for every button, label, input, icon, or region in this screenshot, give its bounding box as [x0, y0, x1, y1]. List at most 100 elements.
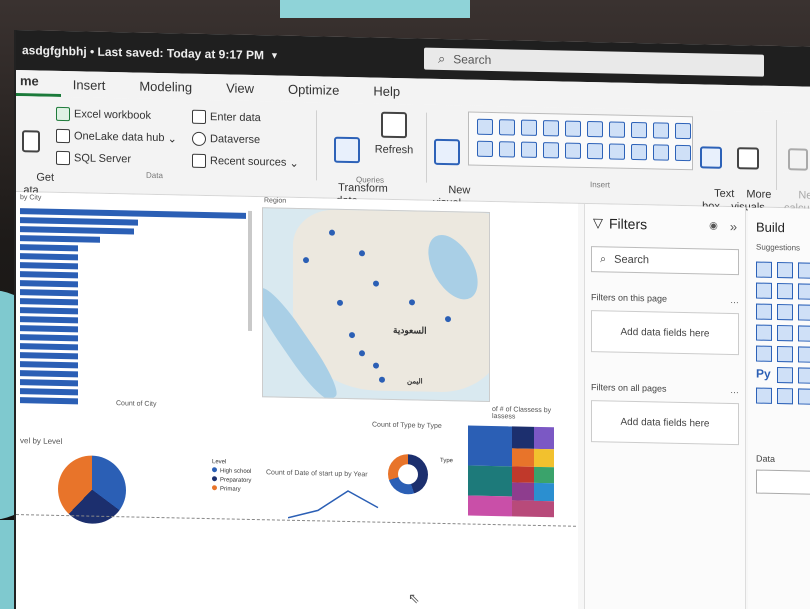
power-automate-icon[interactable]	[798, 388, 810, 405]
donut-chart-icon[interactable]	[499, 141, 515, 158]
treemap-tile[interactable]	[468, 465, 512, 497]
map-point[interactable]	[349, 332, 355, 339]
clustered-column-icon[interactable]	[543, 120, 559, 137]
stacked-bar-icon[interactable]	[756, 261, 772, 278]
map-point[interactable]	[329, 229, 335, 236]
bar-chart-icon	[434, 138, 460, 166]
stacked-column-100-icon[interactable]	[587, 121, 603, 138]
map-point[interactable]	[373, 280, 379, 287]
map-point[interactable]	[337, 299, 343, 306]
dataverse-button[interactable]: Dataverse	[192, 128, 299, 152]
map-point[interactable]	[409, 299, 415, 306]
map-point[interactable]	[379, 376, 385, 383]
city-bar-chart[interactable]	[20, 208, 246, 411]
year-line-chart[interactable]	[288, 482, 388, 524]
card-icon[interactable]	[798, 325, 810, 342]
sql-server-button[interactable]: SQL Server	[56, 147, 177, 172]
map-point[interactable]	[445, 316, 451, 323]
scatter-icon[interactable]	[777, 303, 793, 321]
treemap-tile[interactable]	[512, 426, 534, 449]
treemap-tile[interactable]	[512, 466, 534, 483]
card-icon[interactable]	[587, 143, 603, 160]
legend-item[interactable]: Primary	[212, 485, 251, 495]
global-search[interactable]: ⌕ Search	[423, 47, 764, 77]
stacked-area-icon[interactable]	[653, 122, 669, 139]
tab-optimize[interactable]: Optimize	[276, 81, 361, 103]
more-options-icon[interactable]: …	[730, 295, 739, 305]
key-influencers-icon[interactable]	[777, 366, 793, 384]
slicer-icon[interactable]	[653, 144, 669, 161]
treemap-tile[interactable]	[534, 466, 554, 484]
clustered-bar-icon[interactable]	[798, 262, 810, 279]
line-chart-icon[interactable]	[609, 121, 625, 138]
pie-chart-icon[interactable]	[477, 140, 493, 158]
map-icon[interactable]	[543, 142, 559, 159]
treemap-tile[interactable]	[468, 495, 512, 517]
tab-home[interactable]: me	[16, 73, 61, 97]
bar-chart-scrollbar[interactable]	[248, 210, 252, 331]
clustered-bar-icon[interactable]	[521, 119, 537, 136]
treemap-tile[interactable]	[534, 448, 554, 468]
region-map[interactable]: السعودية اليمن	[262, 207, 490, 402]
onelake-button[interactable]: OneLake data hub ⌄	[56, 125, 177, 150]
eye-icon[interactable]: ◉	[709, 220, 718, 231]
collapse-icon[interactable]: »	[730, 218, 737, 233]
kpi-icon[interactable]	[675, 144, 691, 162]
power-apps-icon[interactable]	[777, 387, 793, 405]
excel-workbook-button[interactable]: Excel workbook	[56, 103, 177, 128]
enter-data-button[interactable]: Enter data	[192, 106, 299, 130]
matrix-icon[interactable]	[777, 345, 793, 363]
treemap-tile[interactable]	[534, 426, 554, 450]
decomposition-icon[interactable]	[798, 367, 810, 384]
matrix-icon[interactable]	[631, 143, 647, 161]
visual-gallery[interactable]	[468, 111, 693, 171]
recent-sources-button[interactable]: Recent sources ⌄	[192, 150, 299, 174]
treemap-tile[interactable]	[512, 500, 554, 518]
map-point[interactable]	[359, 250, 365, 257]
more-options-icon[interactable]: …	[730, 385, 739, 395]
visual-picker[interactable]: Py	[756, 261, 810, 405]
funnel-chart-icon[interactable]	[798, 304, 810, 321]
area-chart-icon[interactable]	[631, 121, 647, 139]
treemap-tile[interactable]	[512, 448, 534, 467]
map-point[interactable]	[303, 257, 309, 264]
paginated-report-icon[interactable]	[756, 387, 772, 404]
tab-modeling[interactable]: Modeling	[127, 78, 214, 100]
treemap-icon[interactable]	[756, 324, 772, 341]
add-data-button[interactable]: +A	[756, 469, 810, 496]
line-chart-icon[interactable]	[756, 282, 772, 299]
map-point[interactable]	[359, 350, 365, 357]
stacked-bar-icon[interactable]	[477, 118, 493, 136]
bar	[20, 226, 134, 235]
gauge-icon[interactable]	[565, 142, 581, 159]
classes-treemap[interactable]	[468, 425, 554, 518]
map-point[interactable]	[373, 362, 379, 369]
treemap-tile[interactable]	[512, 482, 534, 501]
table-visual-icon[interactable]	[609, 143, 625, 160]
stacked-bar-100-icon[interactable]	[565, 120, 581, 137]
treemap-tile[interactable]	[468, 425, 512, 467]
tab-view[interactable]: View	[214, 80, 276, 101]
type-donut-chart[interactable]	[388, 453, 428, 495]
stacked-column-icon[interactable]	[777, 261, 793, 279]
all-pages-filter-dropzone[interactable]: Add data fields here	[591, 400, 739, 446]
file-title[interactable]: asdgfghbhj • Last saved: Today at 9:17 P…	[22, 43, 264, 62]
ribbon-chart-icon[interactable]	[675, 122, 691, 140]
ribbon-chart-icon[interactable]	[798, 283, 810, 300]
gauge-icon[interactable]	[777, 324, 793, 342]
filters-search-input[interactable]: ⌕ Search	[591, 246, 739, 276]
table-visual-icon[interactable]	[756, 345, 772, 362]
stacked-column-icon[interactable]	[499, 119, 515, 136]
treemap-icon[interactable]	[521, 141, 537, 158]
waterfall-icon[interactable]	[756, 303, 772, 320]
python-visual-icon[interactable]: Py	[756, 367, 772, 383]
refresh-button[interactable]: Refresh	[374, 111, 414, 158]
area-chart-icon[interactable]	[777, 282, 793, 300]
treemap-tile[interactable]	[534, 482, 554, 502]
tab-insert[interactable]: Insert	[61, 77, 128, 98]
kpi-icon[interactable]	[798, 346, 810, 363]
page-filter-dropzone[interactable]: Add data fields here	[591, 310, 739, 356]
chevron-down-icon[interactable]: ▼	[270, 50, 279, 60]
tab-help[interactable]: Help	[361, 83, 422, 104]
level-pie-chart[interactable]	[58, 454, 126, 525]
